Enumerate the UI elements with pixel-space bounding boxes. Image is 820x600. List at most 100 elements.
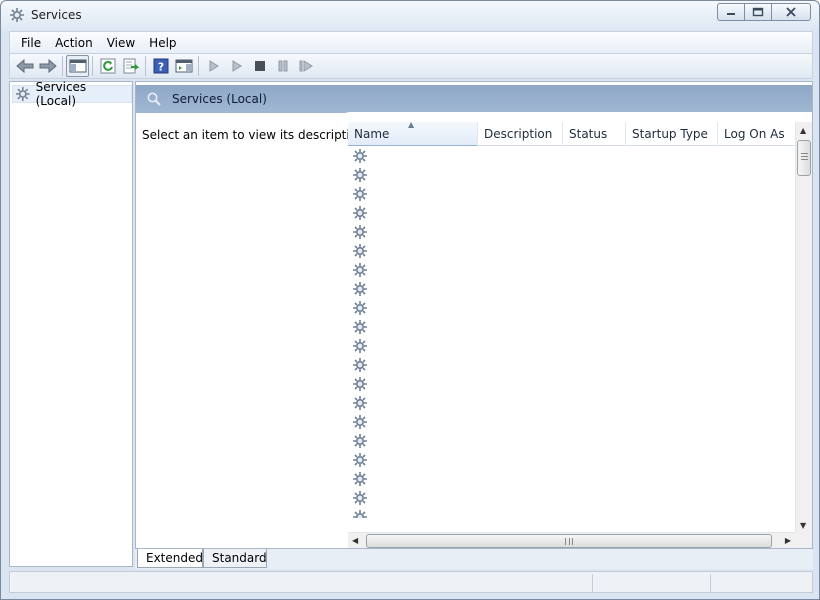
service-row[interactable] <box>352 338 792 357</box>
service-row[interactable] <box>352 414 792 433</box>
export-list-button[interactable] <box>119 55 142 77</box>
service-row[interactable] <box>352 395 792 414</box>
service-row[interactable] <box>352 319 792 338</box>
menu-file[interactable]: File <box>14 34 48 52</box>
service-row[interactable] <box>352 471 792 490</box>
refresh-button[interactable] <box>96 55 119 77</box>
console-tree-icon <box>69 59 86 73</box>
column-header-name[interactable]: ▲ Name <box>348 122 478 146</box>
status-bar <box>9 571 813 593</box>
vertical-scroll-thumb[interactable] <box>797 140 811 176</box>
service-row[interactable] <box>352 433 792 452</box>
play-icon <box>209 60 219 72</box>
description-prompt: Select an item to view its description. <box>142 128 369 142</box>
minimize-icon <box>727 13 735 15</box>
close-button[interactable] <box>771 3 811 21</box>
service-row[interactable] <box>352 186 792 205</box>
pause-service-button[interactable] <box>271 55 294 77</box>
svg-text:?: ? <box>157 61 163 74</box>
restart-icon <box>299 60 313 72</box>
title-bar[interactable]: Services <box>1 1 819 31</box>
service-row[interactable] <box>352 376 792 395</box>
services-window: Services File Action View Help ? Service… <box>0 0 820 600</box>
details-pane: Services (Local) Select an item to view … <box>135 81 813 549</box>
restart-service-button[interactable] <box>294 55 317 77</box>
services-list: ▲ Name Description Status Startup Type L… <box>348 122 812 548</box>
grip-icon <box>801 153 808 160</box>
service-gear-icon <box>352 281 368 300</box>
sort-ascending-icon: ▲ <box>408 122 415 129</box>
service-gear-icon <box>352 509 368 518</box>
start-service-alt-button[interactable] <box>225 55 248 77</box>
service-gear-icon <box>352 148 368 167</box>
help-button[interactable]: ? <box>149 55 172 77</box>
service-row[interactable] <box>352 300 792 319</box>
service-gear-icon <box>352 471 368 490</box>
tree-item-services-local[interactable]: Services (Local) <box>12 80 132 108</box>
service-gear-icon <box>352 243 368 262</box>
maximize-icon <box>752 7 764 17</box>
scroll-down-icon[interactable]: ▼ <box>800 521 806 530</box>
horizontal-scroll-thumb[interactable] <box>366 534 772 548</box>
service-row[interactable] <box>352 509 792 518</box>
service-gear-icon <box>352 186 368 205</box>
column-headers: ▲ Name Description Status Startup Type L… <box>348 122 795 146</box>
back-button[interactable] <box>13 55 36 77</box>
start-service-button[interactable] <box>202 55 225 77</box>
pane-header-title: Services (Local) <box>172 92 267 106</box>
service-row[interactable] <box>352 205 792 224</box>
toolbar-separator <box>145 56 146 76</box>
show-hide-console-tree-button[interactable] <box>66 55 89 77</box>
back-icon <box>15 59 33 73</box>
service-gear-icon <box>352 205 368 224</box>
service-row[interactable] <box>352 281 792 300</box>
service-gear-icon <box>352 262 368 281</box>
action-pane-icon <box>175 59 192 73</box>
scroll-up-icon[interactable]: ▲ <box>800 126 806 135</box>
service-row[interactable] <box>352 262 792 281</box>
column-header-description[interactable]: Description <box>478 122 563 146</box>
stop-service-button[interactable] <box>248 55 271 77</box>
help-icon: ? <box>153 58 168 74</box>
service-row[interactable] <box>352 357 792 376</box>
scroll-left-icon[interactable]: ◀ <box>352 536 358 545</box>
services-gear-icon <box>9 7 25 23</box>
caption-buttons <box>717 3 811 21</box>
show-action-pane-button[interactable] <box>172 55 195 77</box>
stop-icon <box>254 61 265 71</box>
pause-icon <box>278 60 287 72</box>
vertical-scrollbar[interactable]: ▲ ▼ <box>795 122 812 532</box>
service-row[interactable] <box>352 490 792 509</box>
service-row[interactable] <box>352 224 792 243</box>
service-gear-icon <box>352 319 368 338</box>
service-row[interactable] <box>352 243 792 262</box>
forward-button[interactable] <box>36 55 59 77</box>
scroll-right-icon[interactable]: ▶ <box>785 536 791 545</box>
column-header-status[interactable]: Status <box>563 122 626 146</box>
tab-extended[interactable]: Extended <box>137 549 203 568</box>
horizontal-scrollbar[interactable]: ◀ ▶ <box>348 532 795 548</box>
console-tree: Services (Local) <box>9 80 133 567</box>
menu-view[interactable]: View <box>100 34 142 52</box>
service-row[interactable] <box>352 452 792 471</box>
service-gear-icon <box>352 376 368 395</box>
service-gear-icon <box>352 224 368 243</box>
tab-standard[interactable]: Standard <box>203 549 267 568</box>
play-icon <box>232 60 242 72</box>
export-list-icon <box>123 58 139 74</box>
scroll-corner <box>795 532 812 548</box>
column-header-startup-type[interactable]: Startup Type <box>626 122 718 146</box>
service-gear-icon <box>352 490 368 509</box>
menu-bar: File Action View Help <box>9 31 813 53</box>
service-row[interactable] <box>352 148 792 167</box>
maximize-button[interactable] <box>744 3 772 21</box>
service-gear-icon <box>352 167 368 186</box>
grip-icon <box>565 538 573 545</box>
service-gear-icon <box>352 452 368 471</box>
service-row[interactable] <box>352 167 792 186</box>
menu-action[interactable]: Action <box>48 34 100 52</box>
menu-help[interactable]: Help <box>142 34 183 52</box>
minimize-button[interactable] <box>717 3 745 21</box>
service-gear-icon <box>352 395 368 414</box>
column-header-log-on-as[interactable]: Log On As <box>718 122 795 146</box>
